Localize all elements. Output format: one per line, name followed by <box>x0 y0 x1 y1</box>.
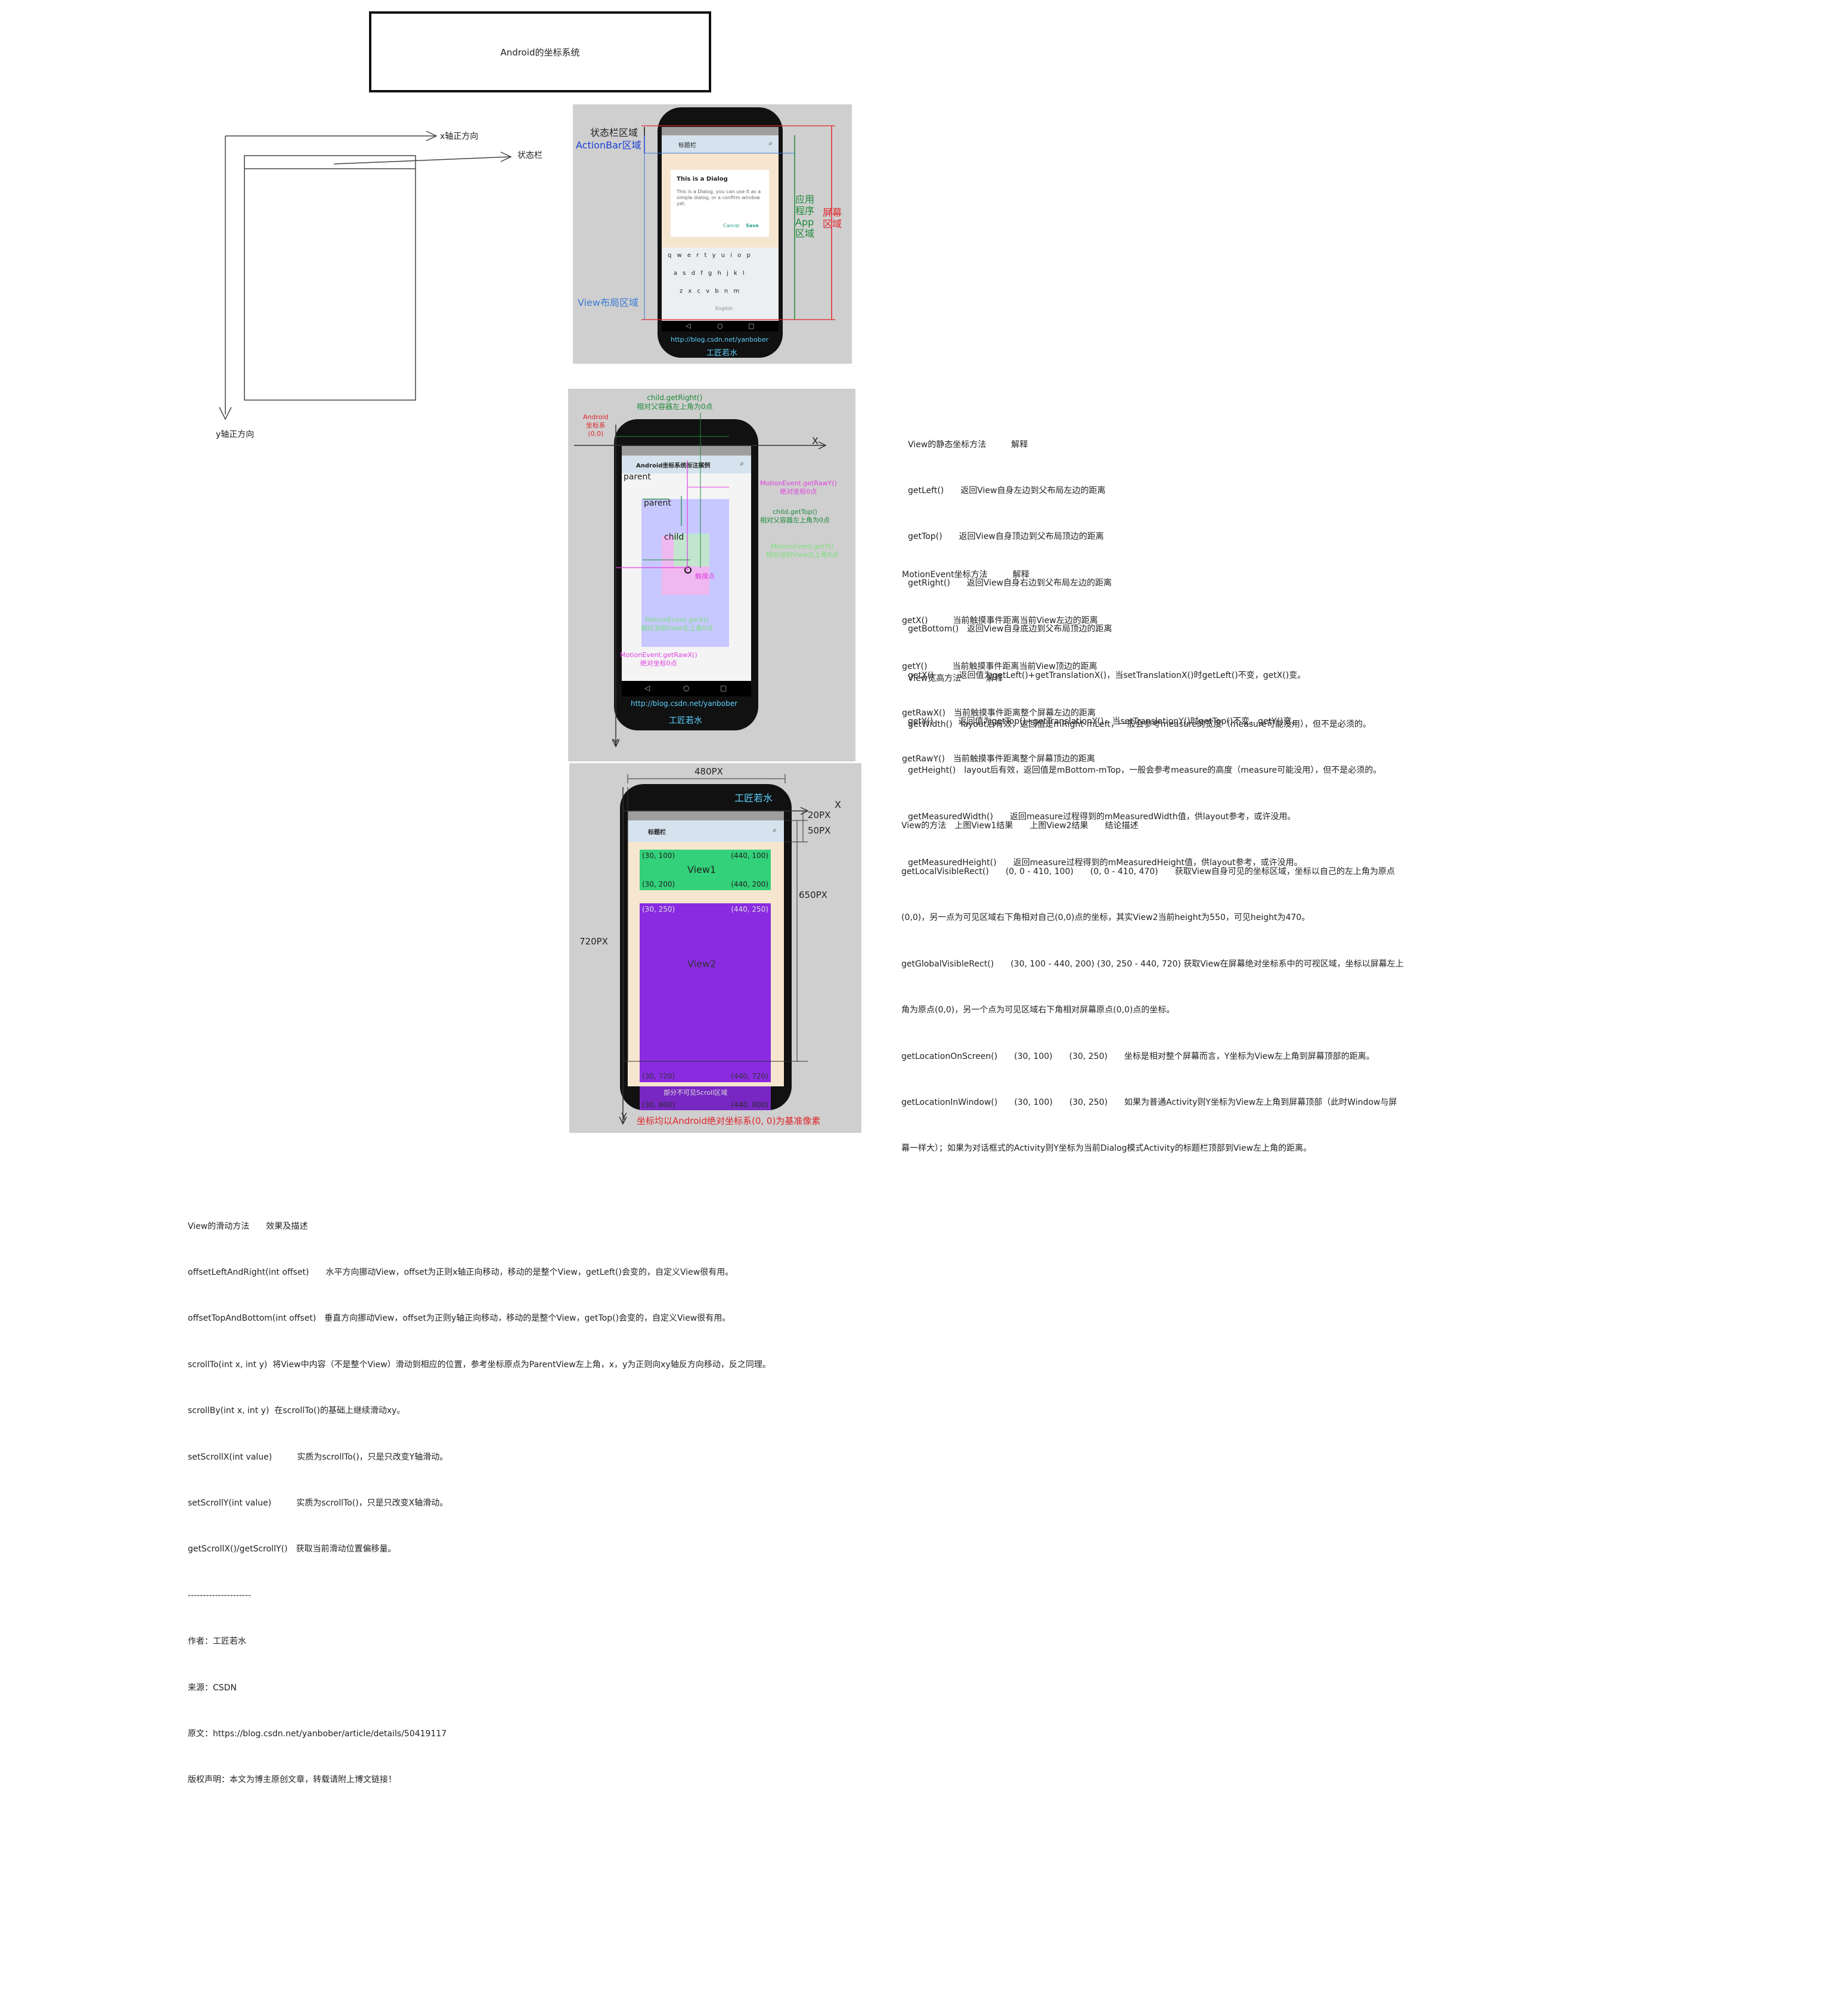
rect-methods-row: getLocationOnScreen() (30, 100) (30, 250… <box>901 1051 1375 1061</box>
size-methods-row: getHeight() layout后有效，返回值是mBottom-mTop，一… <box>908 766 1382 776</box>
phone2-y-label: Y <box>613 737 619 748</box>
rect-methods-row: 幕一样大）；如果为对话框式的Activity则Y坐标为当前Dialog模式Act… <box>901 1144 1312 1154</box>
child-label: child <box>664 532 684 542</box>
scroll-methods-row: scrollBy(int x, int y) 在scrollTo()的基础上继续… <box>188 1406 405 1416</box>
px720-label: 720PX <box>579 936 608 947</box>
title-text: Android的坐标系统 <box>500 47 580 58</box>
status-bar-label: 状态栏 <box>517 151 542 160</box>
android-origin-label: Android 坐标系 (0,0) <box>583 413 609 438</box>
scroll-methods-row: setScrollY(int value) 实质为scrollTo()，只是只改… <box>188 1498 448 1508</box>
view-region-label: View布局区域 <box>578 297 638 308</box>
get-right-label: child.getRight() 相对父容器左上角为0点 <box>637 394 713 411</box>
static-methods-row: View的静态坐标方法 解释 <box>908 439 1028 450</box>
rect-methods-row: (0,0)，另一点为可见区域右下角相对自己(0,0)点的坐标，其实View2当前… <box>901 913 1310 923</box>
original-link[interactable]: 原文：https://blog.csdn.net/yanbober/articl… <box>188 1727 771 1742</box>
motion-methods-row: getX() 当前触摸事件距离当前View左边的距离 <box>902 615 1098 625</box>
get-top-label: child.getTop() 相对父容器左上角为0点 <box>760 508 830 524</box>
rect-methods-row: getLocationInWindow() (30, 100) (30, 250… <box>901 1097 1397 1107</box>
author-line: 作者：工匠若水 <box>188 1637 246 1647</box>
parent-inner-label: parent <box>644 498 671 508</box>
phone2-x-label: X <box>812 435 818 447</box>
x-axis-label: x轴正方向 <box>440 132 479 141</box>
get-x-label: MotionEvent.getX() 相对当前View左上角0点 <box>641 616 714 632</box>
parent-outer-label: parent <box>624 472 651 482</box>
size-methods-row: getWidth() layout后有效，返回值是mRight-mLeft，一般… <box>908 719 1371 729</box>
rect-methods-row: View的方法 上图View1结果 上图View2结果 结论描述 <box>901 820 1139 831</box>
y-axis-label: y轴正方向 <box>216 430 255 439</box>
scroll-methods-row: setScrollX(int value) 实质为scrollTo()，只是只改… <box>188 1452 448 1462</box>
phone3-caption: 坐标均以Android绝对坐标系(0, 0)为基准像素 <box>637 1116 821 1126</box>
source-line: 来源：CSDN <box>188 1683 237 1693</box>
px650-label: 650PX <box>799 890 827 900</box>
rect-methods-table: View的方法 上图View1结果 上图View2结果 结论描述 getLoca… <box>901 788 1404 1172</box>
size-methods-row: View宽高方法 解释 <box>908 673 1003 683</box>
static-methods-row: getLeft() 返回View自身左边到父布局左边的距离 <box>908 485 1106 495</box>
motion-methods-row: MotionEvent坐标方法 解释 <box>902 569 1030 580</box>
scroll-methods-row: getScrollX()/getScrollY() 获取当前滑动位置偏移量。 <box>188 1544 396 1554</box>
axes-sketch <box>219 131 512 420</box>
get-y-label: MotionEvent.getY() 相对当前View左上角0点 <box>766 543 839 559</box>
app-region-label: 应用 程序 App 区域 <box>795 194 815 239</box>
raw-x-label: MotionEvent.getRawX() 绝对坐标0点 <box>620 651 697 667</box>
px20-label: 20PX <box>808 810 831 820</box>
scroll-methods-row: offsetTopAndBottom(int offset) 垂直方向挪动Vie… <box>188 1314 731 1324</box>
phone3-x-label: X <box>835 799 841 810</box>
separator: --------------------- <box>188 1590 252 1600</box>
scroll-methods-row: scrollTo(int x, int y) 将View中内容（不是整个View… <box>188 1359 771 1370</box>
scroll-methods-row: offsetLeftAndRight(int offset) 水平方向挪动Vie… <box>188 1267 734 1277</box>
rect-methods-row: 角为原点(0,0)，另一个点为可见区域右下角相对屏幕原点(0,0)点的坐标。 <box>901 1005 1175 1015</box>
actionbar-region-label: ActionBar区域 <box>576 140 641 151</box>
scroll-methods-table: View的滑动方法 效果及描述 offsetLeftAndRight(int o… <box>188 1188 771 1804</box>
screen-region-label: 屏幕 区域 <box>823 207 842 230</box>
rect-methods-row: getGlobalVisibleRect() (30, 100 - 440, 2… <box>901 959 1404 969</box>
rect-methods-row: getLocalVisibleRect() (0, 0 - 410, 100) … <box>901 866 1395 876</box>
px50-label: 50PX <box>808 825 831 836</box>
copyright-line: 版权声明：本文为博主原创文章，转载请附上博文链接！ <box>188 1775 396 1785</box>
phone3-y-label: Y <box>621 1111 627 1122</box>
title-box: Android的坐标系统 <box>369 11 711 92</box>
raw-y-label: MotionEvent.getRawY() 绝对坐标0点 <box>760 479 837 495</box>
width-480-label: 480PX <box>694 766 723 777</box>
touch-point-label: 触摸点 <box>695 572 715 580</box>
scroll-methods-row: View的滑动方法 效果及描述 <box>188 1221 308 1231</box>
status-region-label: 状态栏区域 <box>590 127 638 138</box>
